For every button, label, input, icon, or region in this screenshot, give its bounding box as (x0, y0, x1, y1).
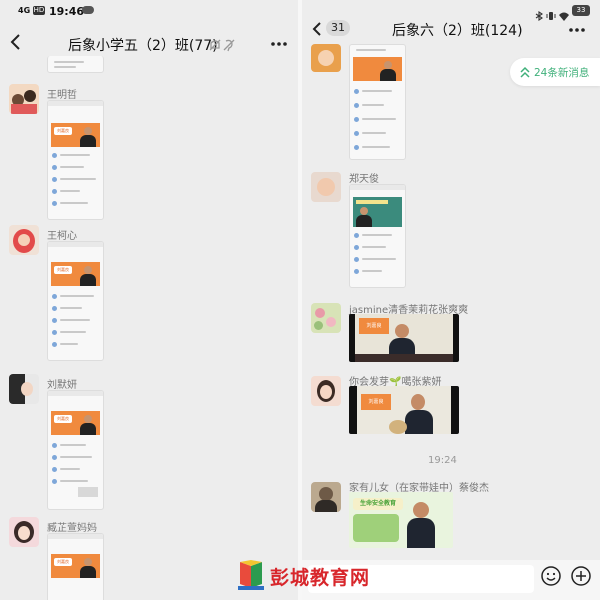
watermark-text: 彭城教育网 (270, 567, 371, 589)
message-screenshot[interactable] (349, 184, 406, 288)
mute-icon (208, 37, 222, 51)
avatar[interactable] (311, 303, 341, 333)
avatar[interactable] (311, 44, 341, 72)
wifi-icon (559, 6, 569, 21)
more-menu-button[interactable] (568, 22, 586, 36)
emoji-button[interactable] (540, 565, 562, 587)
thumb-badge: 生命安全教育 (353, 498, 403, 510)
network-indicator: 4G (18, 6, 31, 15)
more-functions-button[interactable] (570, 565, 592, 587)
message-screenshot[interactable]: 生命安全教育 (349, 492, 453, 548)
more-icon (569, 28, 585, 32)
right-chat-panel: 33 31 后象六（2）班(124) 24条新消息 郑天俊 jasmine清香茉… (302, 0, 600, 600)
sender-name: 王柯心 (47, 231, 77, 242)
earpiece-icon (222, 37, 236, 52)
hd-badge: HD (33, 6, 45, 15)
thumb-badge: 刘嘉良 (359, 318, 389, 334)
cloud-icon (82, 6, 94, 14)
back-button[interactable]: 31 (310, 18, 352, 40)
avatar[interactable] (9, 84, 39, 114)
message-screenshot[interactable]: 刘嘉良 (47, 100, 104, 220)
sender-name: 郑天俊 (349, 174, 379, 185)
chevron-left-icon (312, 22, 321, 36)
right-chat-title: 后象六（2）班(124) (392, 23, 523, 39)
more-icon (271, 42, 287, 46)
thumb-badge: 刘嘉良 (54, 415, 72, 423)
avatar[interactable] (311, 376, 341, 406)
double-chevron-up-icon (520, 66, 530, 78)
status-time: 19:46 (49, 5, 85, 18)
unread-count-badge: 31 (326, 20, 350, 36)
left-chat-title: 后象小学五（2）班(77) (68, 38, 218, 54)
back-button[interactable] (8, 32, 24, 52)
message-screenshot[interactable] (349, 44, 406, 160)
thumb-badge: 刘嘉良 (54, 558, 72, 566)
watermark-logo (236, 560, 266, 592)
sender-name: 刘默妍 (47, 380, 77, 391)
sender-name: 王明哲 (47, 90, 77, 101)
more-menu-button[interactable] (270, 36, 288, 50)
chevron-left-icon (10, 34, 20, 50)
sender-name: 臧芷萱妈妈 (47, 523, 97, 534)
message-screenshot[interactable]: 刘嘉良 (349, 314, 459, 362)
thumb-badge: 刘嘉良 (54, 266, 72, 274)
new-messages-button[interactable]: 24条新消息 (510, 58, 600, 86)
bluetooth-icon (535, 6, 543, 22)
left-chat-panel: 4G HD 19:46 后象小学五（2）班(77) 王明哲 刘嘉良 王柯心 刘嘉… (0, 0, 298, 600)
avatar[interactable] (9, 517, 39, 547)
avatar[interactable] (9, 374, 39, 404)
plus-icon (571, 566, 591, 586)
message-screenshot[interactable] (47, 56, 104, 73)
avatar[interactable] (311, 482, 341, 512)
message-screenshot[interactable]: 刘嘉良 (47, 390, 104, 510)
message-screenshot[interactable]: 刘嘉良 (47, 533, 104, 600)
thumb-badge: 刘嘉良 (361, 394, 391, 410)
thumb-badge: 刘嘉良 (54, 127, 72, 135)
message-screenshot[interactable]: 刘嘉良 (47, 241, 104, 361)
avatar[interactable] (311, 172, 341, 202)
avatar[interactable] (9, 225, 39, 255)
battery-indicator: 33 (572, 5, 590, 16)
emoji-icon (541, 566, 561, 586)
time-divider: 19:24 (428, 455, 457, 466)
message-screenshot[interactable]: 刘嘉良 (349, 386, 459, 434)
new-messages-label: 24条新消息 (534, 67, 590, 79)
vibrate-icon (546, 6, 556, 20)
